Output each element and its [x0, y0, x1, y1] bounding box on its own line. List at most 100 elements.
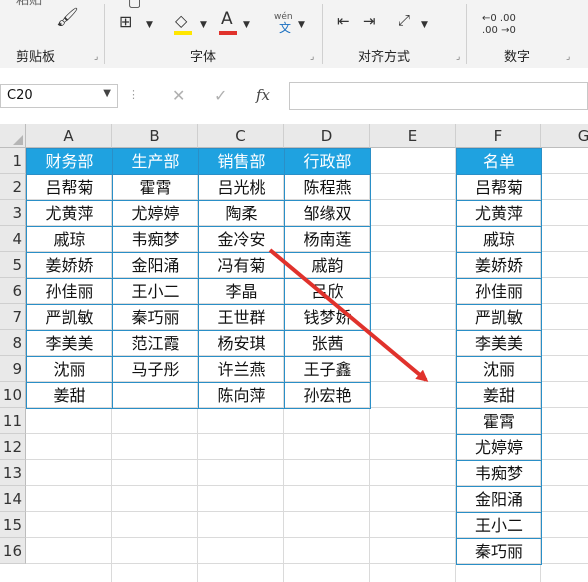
row-header-13[interactable]: 13: [0, 460, 26, 486]
cancel-formula-icon[interactable]: ✕: [172, 86, 185, 105]
table-cell[interactable]: 李晶: [198, 278, 285, 305]
row-header-3[interactable]: 3: [0, 200, 26, 226]
list-cell[interactable]: 严凯敏: [456, 304, 542, 331]
table-cell[interactable]: 韦痴梦: [112, 226, 199, 253]
column-header-d[interactable]: D: [284, 124, 370, 148]
list-cell[interactable]: 王小二: [456, 512, 542, 539]
font-tools-row-icon[interactable]: ▢: [128, 0, 141, 10]
table-cell[interactable]: 王世群: [198, 304, 285, 331]
row-header-10[interactable]: 10: [0, 382, 26, 408]
table-cell[interactable]: 金冷安: [198, 226, 285, 253]
list-cell[interactable]: 尤黄萍: [456, 200, 542, 227]
column-header-f[interactable]: F: [456, 124, 541, 148]
column-header-b[interactable]: B: [112, 124, 198, 148]
table-cell[interactable]: 尤黄萍: [26, 200, 113, 227]
row-header-4[interactable]: 4: [0, 226, 26, 252]
column-header-e[interactable]: E: [370, 124, 456, 148]
list-cell[interactable]: 姜娇娇: [456, 252, 542, 279]
font-color-icon[interactable]: A: [221, 11, 233, 28]
borders-icon[interactable]: ⊞: [119, 14, 132, 30]
row-header-5[interactable]: 5: [0, 252, 26, 278]
fill-color-icon[interactable]: ◇: [175, 13, 187, 29]
increase-decimal-icon[interactable]: .00 →0: [482, 23, 516, 39]
table-cell[interactable]: 陈程燕: [284, 174, 371, 201]
table-cell[interactable]: 秦巧丽: [112, 304, 199, 331]
list-cell[interactable]: 沈丽: [456, 356, 542, 383]
font-launcher-icon[interactable]: ⌟: [310, 52, 314, 62]
column-header-c[interactable]: C: [198, 124, 284, 148]
table-header-cell[interactable]: 财务部: [26, 148, 113, 175]
table-cell[interactable]: 许兰燕: [198, 356, 285, 383]
column-header-g[interactable]: G: [541, 124, 588, 148]
number-launcher-icon[interactable]: ⌟: [566, 52, 570, 62]
fill-color-dropdown-icon[interactable]: ▼: [200, 17, 207, 33]
row-header-7[interactable]: 7: [0, 304, 26, 330]
table-cell[interactable]: 王小二: [112, 278, 199, 305]
table-cell[interactable]: 马子彤: [112, 356, 199, 383]
table-cell[interactable]: 李美美: [26, 330, 113, 357]
table-cell[interactable]: 戚韵: [284, 252, 371, 279]
table-cell[interactable]: 沈丽: [26, 356, 113, 383]
decrease-indent-icon[interactable]: ⇤: [337, 13, 350, 29]
table-header-cell[interactable]: 生产部: [112, 148, 199, 175]
list-cell[interactable]: 金阳涌: [456, 486, 542, 513]
row-header-9[interactable]: 9: [0, 356, 26, 382]
phonetic-icon[interactable]: 文: [279, 20, 291, 36]
worksheet-grid[interactable]: A B C D E F G 1 2 3 4 5 6 7 8 9 10 11 12 13 14 15 16 财务部 生产部 销售部行…: [0, 124, 588, 582]
table-cell[interactable]: 杨安琪: [198, 330, 285, 357]
table-cell[interactable]: 戚琼: [26, 226, 113, 253]
table-cell[interactable]: 孙宏艳: [284, 382, 371, 409]
orientation-dropdown-icon[interactable]: ▼: [421, 17, 428, 33]
formula-input[interactable]: [289, 82, 588, 110]
row-header-12[interactable]: 12: [0, 434, 26, 460]
table-cell[interactable]: 张茜: [284, 330, 371, 357]
select-all-corner[interactable]: [0, 124, 26, 148]
table-header-cell[interactable]: 销售部: [198, 148, 285, 175]
font-color-dropdown-icon[interactable]: ▼: [243, 17, 250, 33]
clipboard-launcher-icon[interactable]: ⌟: [94, 52, 98, 62]
table-cell[interactable]: 钱梦娇: [284, 304, 371, 331]
format-painter-icon[interactable]: 🖌: [56, 9, 79, 27]
list-cell[interactable]: 姜甜: [456, 382, 542, 409]
table-cell[interactable]: 陶柔: [198, 200, 285, 227]
row-header-14[interactable]: 14: [0, 486, 26, 512]
row-header-6[interactable]: 6: [0, 278, 26, 304]
table-cell[interactable]: 范江霞: [112, 330, 199, 357]
table-cell[interactable]: 尤婷婷: [112, 200, 199, 227]
row-header-2[interactable]: 2: [0, 174, 26, 200]
table-cell[interactable]: 姜甜: [26, 382, 113, 409]
table-cell[interactable]: 邹缘双: [284, 200, 371, 227]
list-cell[interactable]: 尤婷婷: [456, 434, 542, 461]
table-cell[interactable]: 金阳涌: [112, 252, 199, 279]
list-cell[interactable]: 李美美: [456, 330, 542, 357]
list-cell[interactable]: 霍霄: [456, 408, 542, 435]
table-cell[interactable]: 吕光桃: [198, 174, 285, 201]
table-cell[interactable]: 冯有菊: [198, 252, 285, 279]
name-box[interactable]: C20 ▼: [0, 84, 118, 108]
list-cell[interactable]: 戚琼: [456, 226, 542, 253]
list-header-cell[interactable]: 名单: [456, 148, 542, 175]
table-cell[interactable]: 姜娇娇: [26, 252, 113, 279]
paste-button-label[interactable]: 粘贴: [16, 0, 42, 9]
list-cell[interactable]: 韦痴梦: [456, 460, 542, 487]
list-cell[interactable]: 秦巧丽: [456, 538, 542, 565]
row-header-1[interactable]: 1: [0, 148, 26, 174]
name-box-dropdown-icon[interactable]: ▼: [103, 88, 111, 99]
table-cell[interactable]: 孙佳丽: [26, 278, 113, 305]
table-cell[interactable]: 陈向萍: [198, 382, 285, 409]
table-cell[interactable]: 霍霄: [112, 174, 199, 201]
list-cell[interactable]: 孙佳丽: [456, 278, 542, 305]
table-cell[interactable]: 王子鑫: [284, 356, 371, 383]
increase-indent-icon[interactable]: ⇥: [363, 13, 376, 29]
table-header-cell[interactable]: 行政部: [284, 148, 371, 175]
insert-function-icon[interactable]: fx: [256, 86, 270, 104]
orientation-icon[interactable]: ⤢: [398, 12, 410, 28]
borders-dropdown-icon[interactable]: ▼: [146, 17, 153, 33]
row-header-16[interactable]: 16: [0, 538, 26, 564]
row-header-8[interactable]: 8: [0, 330, 26, 356]
phonetic-dropdown-icon[interactable]: ▼: [298, 17, 305, 33]
confirm-formula-icon[interactable]: ✓: [214, 86, 227, 105]
row-header-11[interactable]: 11: [0, 408, 26, 434]
table-cell[interactable]: 杨南莲: [284, 226, 371, 253]
table-cell[interactable]: 严凯敏: [26, 304, 113, 331]
